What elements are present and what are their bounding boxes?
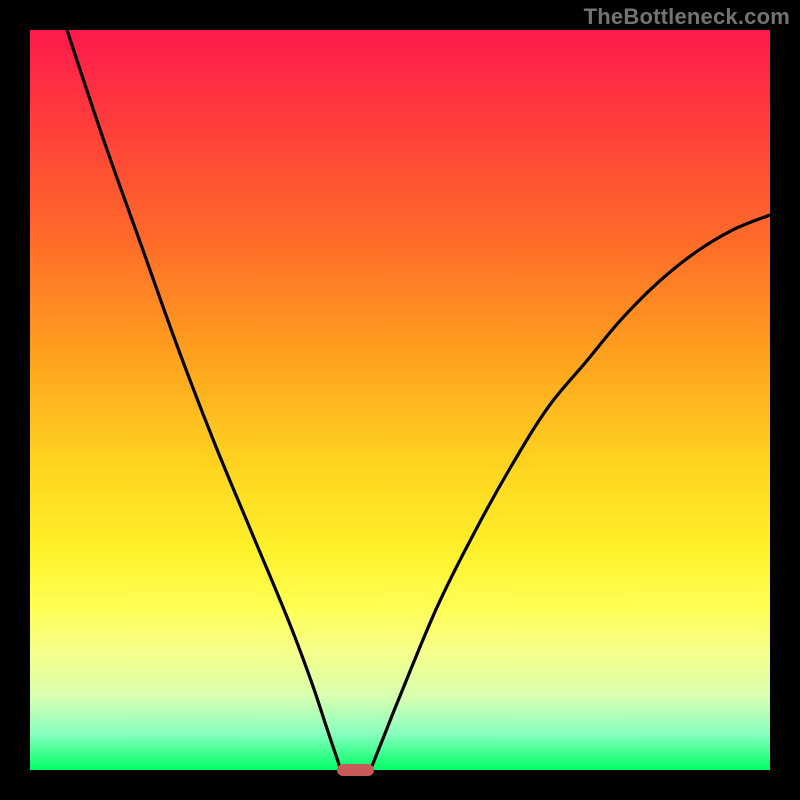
bottleneck-marker	[337, 764, 374, 775]
curve-layer	[30, 30, 770, 770]
left-curve	[67, 30, 341, 770]
watermark-label: TheBottleneck.com	[584, 4, 790, 30]
chart-frame: TheBottleneck.com	[0, 0, 800, 800]
right-curve	[370, 215, 770, 770]
